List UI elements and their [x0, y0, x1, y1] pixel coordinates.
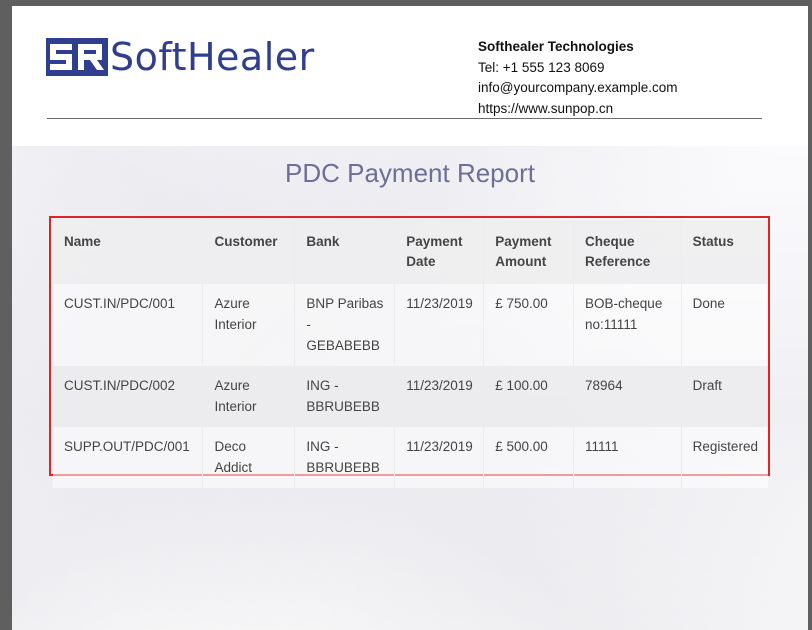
report-page: SoftHealer Softhealer Technologies Tel: …	[12, 6, 808, 630]
cell-bank: ING - BBRUBEBB	[294, 366, 396, 427]
cell-payment-date: 11/23/2019	[394, 366, 485, 427]
cell-payment-amount: £ 500.00	[483, 427, 575, 488]
company-info: Softhealer Technologies Tel: +1 555 123 …	[478, 37, 678, 119]
cell-status: Draft	[692, 378, 722, 393]
cell-customer: Deco Addict	[202, 427, 296, 488]
header-divider	[47, 118, 762, 119]
cell-bank: ING - BBRUBEBB	[294, 427, 396, 488]
table-row: SUPP.OUT/PDC/001 Deco Addict ING - BBRUB…	[53, 427, 768, 488]
cell-customer: Azure Interior	[202, 284, 296, 366]
cell-cheque-reference: 78964	[573, 366, 682, 427]
cell-bank: BNP Paribas - GEBABEBB	[294, 284, 396, 366]
logo-mark-icon	[46, 38, 108, 76]
cell-name: SUPP.OUT/PDC/001	[53, 427, 204, 488]
column-header: Status	[692, 234, 734, 249]
report-table-highlight: Name Customer Bank Payment Date Payment …	[49, 216, 770, 488]
column-header: Cheque Reference	[573, 220, 682, 284]
cell-cheque-reference: 11111	[573, 427, 682, 488]
cell-payment-amount: £ 750.00	[483, 284, 575, 366]
company-logo: SoftHealer	[46, 36, 315, 78]
column-header: Payment Amount	[483, 220, 575, 284]
report-title: PDC Payment Report	[285, 158, 535, 188]
cell-payment-date: 11/23/2019	[394, 427, 485, 488]
table-row: CUST.IN/PDC/001 Azure Interior BNP Parib…	[53, 284, 768, 366]
cell-status: Done	[692, 296, 725, 311]
company-email: info@yourcompany.example.com	[478, 80, 678, 95]
cell-cheque-reference: BOB-cheque no:11111	[573, 284, 682, 366]
column-header: Customer	[202, 220, 296, 284]
logo-text: SoftHealer	[110, 35, 315, 79]
column-header: Payment Date	[394, 220, 485, 284]
column-header: Bank	[294, 220, 396, 284]
table-header-row: Name Customer Bank Payment Date Payment …	[53, 220, 768, 284]
table-row: CUST.IN/PDC/002 Azure Interior ING - BBR…	[53, 366, 768, 427]
cell-name: CUST.IN/PDC/002	[53, 366, 204, 427]
company-website: https://www.sunpop.cn	[478, 100, 614, 116]
cell-payment-date: 11/23/2019	[394, 284, 485, 366]
cell-customer: Azure Interior	[202, 366, 296, 427]
company-name: Softhealer Technologies	[478, 39, 634, 54]
report-table: Name Customer Bank Payment Date Payment …	[53, 220, 768, 488]
column-header: Name	[53, 220, 204, 284]
cell-status: Registered	[692, 439, 758, 454]
company-phone: Tel: +1 555 123 8069	[478, 59, 605, 75]
cell-name: CUST.IN/PDC/001	[53, 284, 204, 366]
cell-payment-amount: £ 100.00	[483, 366, 575, 427]
